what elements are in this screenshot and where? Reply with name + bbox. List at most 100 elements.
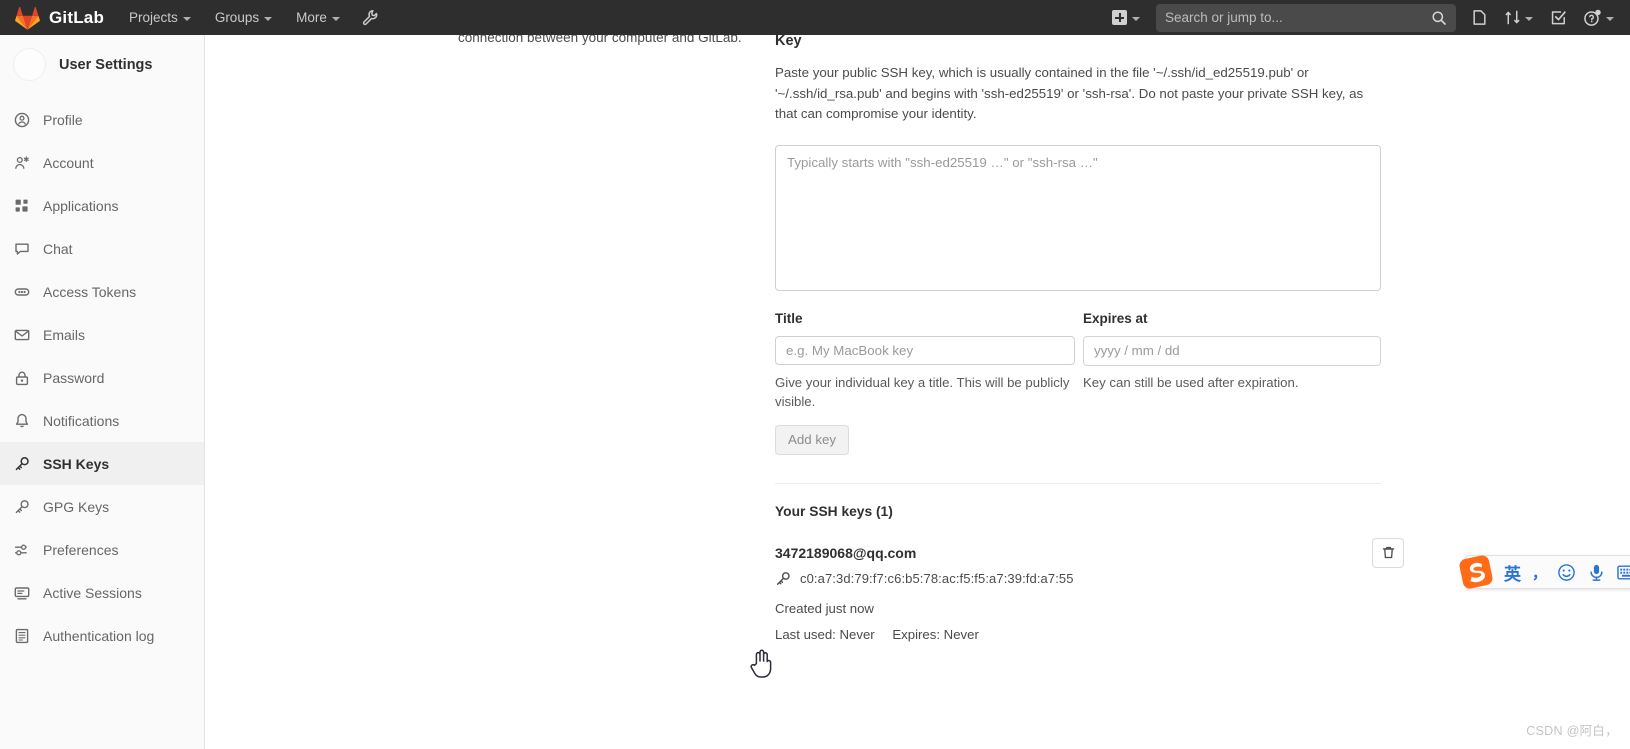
microphone-icon (1590, 564, 1603, 581)
merge-requests-button[interactable] (1496, 0, 1541, 35)
global-search-box[interactable]: Search or jump to... (1156, 3, 1456, 32)
sidebar-item-notifications[interactable]: Notifications (0, 399, 204, 442)
sidebar-item-label: Authentication log (43, 627, 155, 644)
bell-icon (13, 412, 30, 429)
delete-ssh-key-button[interactable] (1372, 537, 1404, 568)
title-and-expiry-row: Title Give your individual key a title. … (775, 311, 1381, 411)
sidebar-item-chat[interactable]: Chat (0, 227, 204, 270)
section-divider (775, 482, 1381, 484)
sidebar-item-applications[interactable]: Applications (0, 184, 204, 227)
log-list-icon (13, 627, 30, 644)
admin-area-button[interactable] (352, 0, 389, 35)
sogou-logo-icon (1459, 555, 1493, 589)
sidebar-header: User Settings (0, 35, 204, 94)
nav-item-groups[interactable]: Groups (203, 0, 284, 35)
sidebar-item-emails[interactable]: Emails (0, 313, 204, 356)
chevron-down-icon (1606, 16, 1614, 21)
help-circle-icon (1584, 9, 1601, 26)
key-section-description: Paste your public SSH key, which is usua… (775, 65, 1364, 121)
sidebar-item-label: Applications (43, 197, 119, 214)
monitor-icon (13, 584, 30, 601)
sidebar-item-label: Access Tokens (43, 283, 137, 300)
nav-item-more[interactable]: More (284, 0, 352, 35)
sidebar-item-gpg-keys[interactable]: GPG Keys (0, 485, 204, 528)
sidebar-item-label: GPG Keys (43, 498, 110, 515)
chevron-down-icon (331, 16, 340, 21)
user-settings-sidebar: User Settings Profile Account Applicatio… (0, 35, 205, 749)
ssh-key-created: Created just now (775, 600, 874, 616)
token-icon (13, 283, 30, 300)
create-new-button[interactable] (1102, 0, 1150, 35)
key-icon (13, 498, 30, 515)
avatar (13, 48, 46, 81)
title-field-group: Title Give your individual key a title. … (775, 311, 1075, 411)
chevron-down-icon (1525, 16, 1533, 21)
ime-emoji-button[interactable] (1557, 563, 1576, 582)
sidebar-item-authentication-log[interactable]: Authentication log (0, 614, 204, 657)
expires-field-label: Expires at (1083, 310, 1148, 326)
title-field-hint: Give your individual key a title. This w… (775, 374, 1070, 409)
nav-item-groups-label: Groups (214, 10, 260, 25)
chat-bubble-icon (13, 240, 30, 257)
issues-icon (1472, 10, 1486, 25)
merge-request-icon (1505, 10, 1520, 25)
sidebar-item-label: Active Sessions (43, 584, 142, 601)
add-key-button[interactable]: Add key (775, 424, 850, 455)
sidebar-item-preferences[interactable]: Preferences (0, 528, 204, 571)
sidebar-nav-list: Profile Account Applications Chat Access… (0, 98, 204, 657)
sidebar-item-account[interactable]: Account (0, 141, 204, 184)
csdn-watermark: CSDN @阿白， (1526, 724, 1618, 738)
gitlab-ssh-keys-page: GitLab Projects Groups More Search or ju… (0, 0, 1630, 749)
ssh-key-fingerprint-row: c0:a7:3d:79:f7:c6:b5:78:ac:f5:f5:a7:39:f… (775, 571, 1381, 587)
chevron-down-icon (264, 16, 273, 21)
sidebar-item-label: Emails (43, 326, 86, 343)
sidebar-item-ssh-keys[interactable]: SSH Keys (0, 442, 204, 485)
sidebar-item-label: Account (43, 154, 94, 171)
gitlab-logo-icon (15, 6, 40, 30)
ssh-key-last-used: Last used: Never (775, 626, 875, 642)
account-icon (13, 154, 30, 171)
sidebar-item-profile[interactable]: Profile (0, 98, 204, 141)
nav-item-projects-label: Projects (129, 10, 178, 25)
ime-voice-button[interactable] (1587, 563, 1606, 582)
ssh-key-meta: Last used: Never Expires: Never (775, 627, 1381, 642)
page-title: User Settings (59, 56, 153, 73)
brand-label: GitLab (49, 7, 105, 27)
nav-item-more-label: More (296, 10, 327, 25)
issues-button[interactable] (1462, 0, 1496, 35)
ssh-key-expires: Expires: Never (892, 626, 979, 642)
title-input[interactable] (775, 335, 1075, 365)
ime-mode-button[interactable]: 英 (1504, 560, 1521, 585)
sidebar-item-label: Chat (43, 240, 73, 257)
sidebar-item-access-tokens[interactable]: Access Tokens (0, 270, 204, 313)
envelope-icon (13, 326, 30, 343)
ime-keyboard-button[interactable] (1617, 563, 1630, 582)
search-icon (1432, 10, 1446, 25)
title-field-label: Title (775, 310, 803, 326)
sidebar-item-active-sessions[interactable]: Active Sessions (0, 571, 204, 614)
sidebar-item-password[interactable]: Password (0, 356, 204, 399)
ssh-key-textarea[interactable] (775, 144, 1381, 291)
ssh-key-list-item: 3472189068@qq.com c0:a7:3d:79:f7:c6:b5:7… (775, 537, 1404, 642)
sidebar-item-label: Password (43, 369, 105, 386)
lock-icon (13, 369, 30, 386)
help-button[interactable] (1575, 0, 1622, 35)
ssh-key-fingerprint: c0:a7:3d:79:f7:c6:b5:78:ac:f5:f5:a7:39:f… (800, 571, 1074, 586)
wrench-icon (362, 9, 378, 26)
expires-at-input[interactable] (1083, 335, 1381, 366)
main-content: connection between your computer and Git… (205, 35, 1630, 749)
keyboard-icon (1617, 564, 1630, 580)
sidebar-item-label: SSH Keys (43, 455, 110, 472)
primary-nav-links: Projects Groups More (117, 0, 389, 35)
key-section-title: Key (775, 35, 802, 49)
applications-grid-icon (13, 197, 30, 214)
todos-button[interactable] (1541, 0, 1575, 35)
ime-punctuation-button[interactable]: ， (1532, 562, 1547, 583)
sogou-ime-toolbar: 英 ， (1459, 555, 1630, 589)
nav-item-projects[interactable]: Projects (117, 0, 203, 35)
key-icon (776, 571, 790, 585)
plus-square-icon (1112, 10, 1127, 25)
key-icon (13, 455, 30, 472)
ssh-key-title: 3472189068@qq.com (775, 544, 917, 561)
gitlab-brand[interactable]: GitLab (0, 6, 117, 30)
